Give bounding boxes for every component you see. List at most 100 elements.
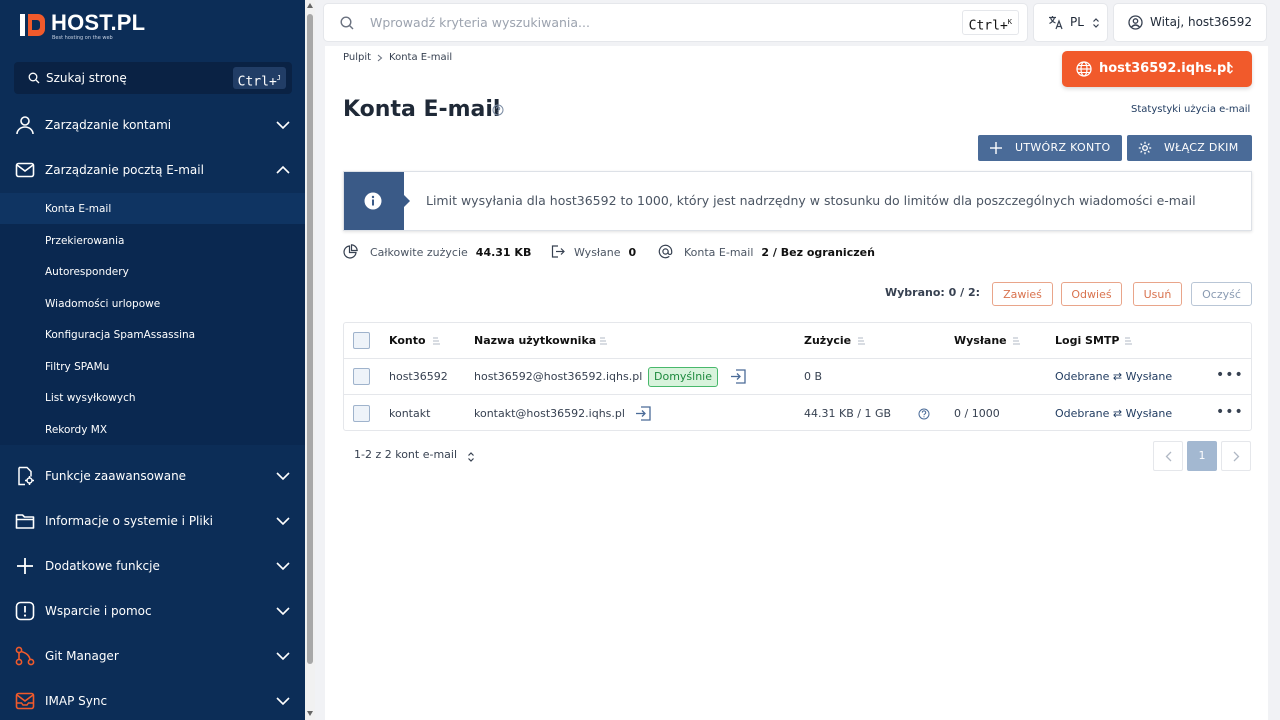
chevron-down-icon — [276, 606, 290, 615]
enable-dkim-label: WŁĄCZ DKIM — [1164, 141, 1239, 154]
sort-icon[interactable] — [432, 336, 442, 346]
sidebar-subitem-email-accounts[interactable]: Konta E-mail — [0, 193, 305, 224]
sidebar-item-label: Zarządzanie kontami — [45, 117, 172, 132]
smtp-logs-link[interactable]: Odebrane ⇄ Wysłane — [1055, 370, 1172, 383]
language-label: PL — [1070, 15, 1084, 29]
suspend-button[interactable]: Zawieś — [992, 282, 1053, 306]
unsuspend-button[interactable]: Odwieś — [1061, 282, 1122, 306]
sidebar-subitem-spam-filters[interactable]: Filtry SPAMu — [0, 351, 305, 382]
sidebar-item-support[interactable]: Wsparcie i pomoc — [0, 588, 305, 633]
sidebar-item-email-management[interactable]: Zarządzanie pocztą E-mail — [0, 147, 305, 192]
sort-icon[interactable] — [1012, 336, 1022, 346]
page-size-updown-icon[interactable] — [467, 451, 475, 463]
sidebar: HOST.PL Best hosting on the web Szukaj s… — [0, 0, 305, 720]
total-usage: Całkowite zużycie 44.31 KB — [370, 246, 532, 259]
sidebar-subitem-spamassassin[interactable]: Konfiguracja SpamAssassina — [0, 319, 305, 350]
sidebar-subitem-mailing-lists[interactable]: List wysyłkowych — [0, 382, 305, 413]
sidebar-subitem-label: Filtry SPAMu — [45, 360, 110, 373]
column-usage[interactable]: Zużycie — [804, 334, 851, 347]
scroll-up-arrow-icon[interactable] — [307, 3, 313, 8]
cell-usage: 44.31 KB / 1 GB — [804, 407, 892, 420]
login-icon[interactable] — [635, 405, 652, 422]
sidebar-subitem-label: Konfiguracja SpamAssassina — [45, 328, 196, 341]
logo-mark-icon — [20, 14, 45, 36]
sort-icon[interactable] — [857, 336, 867, 346]
row-checkbox[interactable] — [353, 368, 370, 385]
help-icon[interactable] — [492, 104, 504, 116]
chevron-down-icon — [276, 561, 290, 570]
sidebar-subitem-label: Wiadomości urlopowe — [45, 297, 161, 310]
chevron-right-icon — [377, 54, 383, 61]
breadcrumb-current: Konta E-mail — [389, 52, 453, 63]
breadcrumb: Pulpit Konta E-mail — [343, 52, 452, 63]
updown-icon — [1227, 64, 1233, 74]
sidebar-item-label: Funkcje zaawansowane — [45, 468, 187, 483]
sort-icon[interactable] — [1124, 336, 1134, 346]
sidebar-item-system-files[interactable]: Informacje o systemie i Pliki — [0, 498, 305, 543]
cell-account: kontakt — [389, 407, 431, 420]
pagination-next[interactable] — [1221, 441, 1251, 471]
user-greeting: Witaj, host36592 — [1150, 15, 1253, 29]
row-checkbox[interactable] — [353, 405, 370, 422]
chevron-down-icon — [276, 651, 290, 660]
sidebar-item-advanced[interactable]: Funkcje zaawansowane — [0, 453, 305, 498]
sort-icon[interactable] — [599, 336, 609, 346]
sidebar-subitem-forwarders[interactable]: Przekierowania — [0, 225, 305, 256]
column-sent[interactable]: Wysłane — [954, 334, 1007, 347]
column-account[interactable]: Konto — [389, 334, 426, 347]
scroll-down-arrow-icon[interactable] — [307, 711, 313, 716]
table-header: Konto Nazwa użytkownika Zużycie Wysłane … — [344, 323, 1251, 359]
sidebar-search-shortcut: Ctrl+J — [232, 67, 286, 89]
sidebar-item-label: Wsparcie i pomoc — [45, 603, 152, 618]
alert-icon — [15, 601, 35, 620]
sidebar-subitem-mx-records[interactable]: Rekordy MX — [0, 414, 305, 445]
clear-button[interactable]: Oczyść — [1191, 282, 1252, 306]
chevron-down-icon — [276, 516, 290, 525]
doc-settings-icon — [18, 466, 34, 485]
sidebar-scrollbar[interactable] — [305, 0, 315, 720]
table-row: host36592 host36592@host36592.iqhs.pl Do… — [344, 359, 1251, 395]
delete-button[interactable]: Usuń — [1133, 282, 1182, 306]
sidebar-item-git[interactable]: Git Manager — [0, 633, 305, 678]
translate-icon — [1049, 16, 1063, 30]
sidebar-subitem-label: List wysyłkowych — [45, 391, 136, 404]
pagination-prev[interactable] — [1153, 441, 1183, 471]
default-badge: Domyślnie — [648, 367, 719, 387]
sidebar-search[interactable]: Szukaj stronę Ctrl+J — [14, 62, 292, 94]
selection-count: Wybrano: 0 / 2: — [885, 286, 981, 299]
sidebar-subitem-label: Przekierowania — [45, 234, 125, 247]
page-title: Konta E-mail — [343, 97, 501, 122]
column-smtp-logs[interactable]: Logi SMTP — [1055, 334, 1119, 347]
table-row: kontakt kontakt@host36592.iqhs.pl 44.31 … — [344, 396, 1251, 432]
domain-selector[interactable]: host36592.iqhs.pl — [1062, 51, 1252, 87]
user-circle-icon — [1128, 15, 1143, 30]
breadcrumb-home[interactable]: Pulpit — [343, 52, 371, 63]
sidebar-item-imap-sync[interactable]: IMAP Sync — [0, 678, 305, 720]
sidebar-item-accounts[interactable]: Zarządzanie kontami — [0, 102, 305, 147]
brand-logo[interactable]: HOST.PL Best hosting on the web — [20, 12, 145, 41]
column-username[interactable]: Nazwa użytkownika — [474, 334, 596, 347]
row-menu-icon[interactable]: ••• — [1216, 404, 1244, 420]
global-search-shortcut: Ctrl+K — [961, 10, 1019, 35]
help-icon[interactable] — [918, 408, 930, 420]
sidebar-subitem-autoresponders[interactable]: Autorespondery — [0, 256, 305, 287]
row-menu-icon[interactable]: ••• — [1216, 367, 1244, 383]
global-search[interactable]: Wprowadź kryteria wyszukiwania... Ctrl+K — [324, 4, 1027, 41]
pagination-page[interactable]: 1 — [1187, 441, 1217, 471]
create-account-button[interactable]: UTWÓRZ KONTO — [978, 135, 1122, 161]
language-selector[interactable]: PL — [1034, 4, 1107, 41]
chevron-down-icon — [276, 471, 290, 480]
email-stats-link[interactable]: Statystyki użycia e-mail — [1131, 104, 1250, 115]
user-menu[interactable]: Witaj, host36592 — [1114, 4, 1266, 41]
sending-limit-alert: Limit wysyłania dla host36592 to 1000, k… — [343, 171, 1252, 231]
search-icon — [28, 72, 40, 84]
select-all-checkbox[interactable] — [353, 332, 370, 349]
sidebar-subitem-vacation[interactable]: Wiadomości urlopowe — [0, 288, 305, 319]
smtp-logs-link[interactable]: Odebrane ⇄ Wysłane — [1055, 407, 1172, 420]
scrollbar-thumb[interactable] — [307, 14, 313, 664]
login-icon[interactable] — [730, 368, 747, 385]
info-icon — [364, 192, 382, 210]
sidebar-item-extra[interactable]: Dodatkowe funkcje — [0, 543, 305, 588]
sidebar-search-label: Szukaj stronę — [46, 71, 127, 85]
enable-dkim-button[interactable]: WŁĄCZ DKIM — [1127, 135, 1252, 161]
